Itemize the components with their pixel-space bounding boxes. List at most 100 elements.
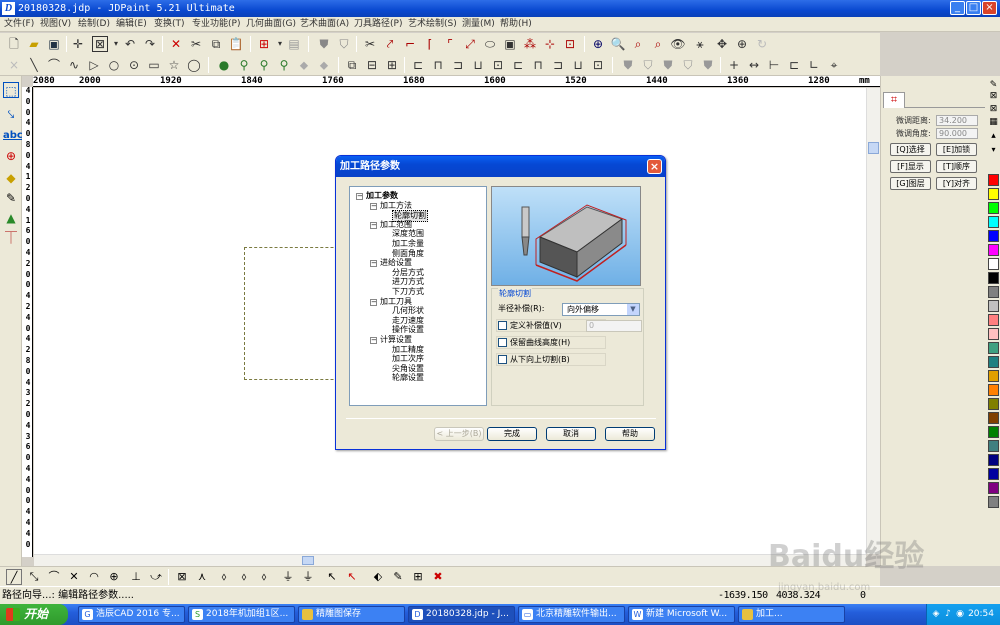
keep-height-checkbox[interactable] xyxy=(498,338,507,347)
no-color-icon[interactable]: ⊠ xyxy=(988,91,999,103)
chevron-down-icon[interactable]: ▼ xyxy=(627,304,639,315)
tree-node[interactable]: 进刀方式 xyxy=(392,277,424,287)
shield-icon[interactable]: ⛊ xyxy=(316,36,332,52)
ungroup-icon[interactable]: ⊟ xyxy=(364,57,380,73)
add-node-icon[interactable]: ⚲ xyxy=(236,57,252,73)
panel-tab-icon[interactable]: ⌗ xyxy=(883,92,905,108)
tree-collapse-icon[interactable]: − xyxy=(356,193,363,200)
minimize-button[interactable]: _ xyxy=(950,1,965,15)
smooth-node-icon[interactable]: ⬥ xyxy=(296,57,312,73)
distribute-h-icon[interactable]: ⊏ xyxy=(510,57,526,73)
color-swatch[interactable] xyxy=(988,454,999,466)
color-swatch[interactable] xyxy=(988,398,999,410)
color-swatch[interactable] xyxy=(988,286,999,298)
save-icon[interactable]: ▣ xyxy=(46,36,62,52)
custom-offset-input[interactable]: 0 xyxy=(586,320,642,332)
color-swatch[interactable] xyxy=(988,188,999,200)
zoom-window-icon[interactable]: ⊕ xyxy=(590,36,606,52)
menu-file[interactable]: 文件(F) xyxy=(4,18,34,31)
pen-tool-icon[interactable]: ✎ xyxy=(3,190,19,206)
redo-icon[interactable]: ↷ xyxy=(142,36,158,52)
diamond-cross-icon[interactable]: ⬨ xyxy=(256,569,272,585)
pan-icon[interactable]: ✥ xyxy=(714,36,730,52)
color-swatch[interactable] xyxy=(988,202,999,214)
bottom-up-checkbox[interactable] xyxy=(498,355,507,364)
move-node-icon[interactable]: ⚲ xyxy=(276,57,292,73)
tree-collapse-icon[interactable]: − xyxy=(370,298,377,306)
menu-professional[interactable]: 专业功能(P) xyxy=(192,18,240,31)
zoom-all-icon[interactable]: ⌕ xyxy=(630,36,646,52)
zoom-selected-icon[interactable]: ⌕ xyxy=(650,36,666,52)
color-swatch[interactable] xyxy=(988,496,999,508)
shield-edit-icon[interactable]: ⛊ xyxy=(660,57,676,73)
tree-node[interactable]: 进给设置 xyxy=(380,258,412,268)
shield-fill-icon[interactable]: ⛉ xyxy=(680,57,696,73)
zoom-previous-icon[interactable]: 🔍 xyxy=(610,36,626,52)
cut-icon[interactable]: ✂ xyxy=(188,36,204,52)
shield-alt-icon[interactable]: ⛉ xyxy=(336,36,352,52)
align-top-icon[interactable]: ⊓ xyxy=(430,57,446,73)
trim-icon[interactable]: ✂ xyxy=(362,36,378,52)
finish-button[interactable]: 完成 xyxy=(487,427,537,441)
fill-tool-icon[interactable]: ◆ xyxy=(3,170,19,186)
node-icon[interactable]: ● xyxy=(216,57,232,73)
pan-view-icon[interactable]: ⚹ xyxy=(692,36,708,52)
order-button[interactable]: [T]顺序 xyxy=(936,160,977,173)
capsule-icon[interactable]: ⬭ xyxy=(482,36,498,52)
tree-node[interactable]: 操作设置 xyxy=(392,325,424,335)
fine-angle-input[interactable]: 90.000 xyxy=(936,128,978,139)
menu-toolpath[interactable]: 刀具路径(P) xyxy=(354,18,402,31)
break-icon[interactable]: ⤢ xyxy=(462,36,478,52)
node-edit-icon[interactable]: ⁂ xyxy=(522,36,538,52)
leader-icon[interactable]: ⌖ xyxy=(826,57,842,73)
cursor-pick-icon[interactable]: ↖ xyxy=(324,569,340,585)
color-swatch[interactable] xyxy=(988,342,999,354)
chamfer-icon[interactable]: ⌜ xyxy=(442,36,458,52)
taskbar-item[interactable]: 加工... xyxy=(738,606,845,623)
tree-collapse-icon[interactable]: − xyxy=(370,337,377,344)
menu-help[interactable]: 帮助(H) xyxy=(500,18,532,31)
split-icon[interactable]: ⊡ xyxy=(562,36,578,52)
help-button[interactable]: 帮助 xyxy=(605,427,655,441)
close-button[interactable]: × xyxy=(982,1,997,15)
rectangle-icon[interactable]: ▭ xyxy=(146,57,162,73)
grid-point-icon[interactable]: ⊠ xyxy=(174,569,190,585)
align-button[interactable]: [Y]对齐 xyxy=(936,177,977,190)
multi-line-icon[interactable]: ⤡ xyxy=(26,569,42,585)
angle-snap-icon[interactable]: ⋏ xyxy=(194,569,210,585)
circle-tool-icon[interactable]: ⊕ xyxy=(3,148,19,164)
prev-step-button[interactable]: < 上一步(B) xyxy=(434,427,484,441)
paste-icon[interactable]: 📋 xyxy=(228,36,244,52)
taskbar-item[interactable]: W 新建 Microsoft W... xyxy=(628,606,735,623)
tree-node[interactable]: 计算设置 xyxy=(380,335,412,345)
shield-clear-icon[interactable]: ⛊ xyxy=(700,57,716,73)
plus-icon[interactable]: + xyxy=(726,57,742,73)
node-tool-icon[interactable]: ⤥ xyxy=(3,106,19,122)
color-swatch[interactable] xyxy=(988,174,999,186)
polygon-icon[interactable]: ◯ xyxy=(186,57,202,73)
tree-collapse-icon[interactable]: − xyxy=(370,260,377,268)
taskbar-item[interactable]: G 浩辰CAD 2016 专... xyxy=(78,606,185,623)
window-select-icon[interactable]: ⊠ xyxy=(92,36,108,52)
menu-art-draw[interactable]: 艺术绘制(S) xyxy=(408,18,457,31)
palette-up-icon[interactable]: ▴ xyxy=(988,131,999,143)
polyline-icon[interactable]: ▷ xyxy=(86,57,102,73)
cusp-node-icon[interactable]: ⬥ xyxy=(316,57,332,73)
join-icon[interactable]: ⊹ xyxy=(542,36,558,52)
color-swatch[interactable] xyxy=(988,300,999,312)
tree-node[interactable]: 轮廓设置 xyxy=(392,373,424,383)
crosshair-icon[interactable]: ✛ xyxy=(70,36,86,52)
color-swatch[interactable] xyxy=(988,370,999,382)
taskbar-item[interactable]: 精雕图保存 xyxy=(298,606,405,623)
tree-node[interactable]: 加工参数 xyxy=(366,191,398,201)
horizontal-scrollbar[interactable] xyxy=(34,554,866,566)
pattern-icon[interactable]: ▦ xyxy=(988,117,999,129)
menu-view[interactable]: 视图(V) xyxy=(40,18,71,31)
color-swatch[interactable] xyxy=(988,272,999,284)
start-button[interactable]: 开始 xyxy=(0,604,68,625)
ground-icon[interactable]: ⏚ xyxy=(280,569,296,585)
dimension-h-icon[interactable]: ↔ xyxy=(746,57,762,73)
angle-icon[interactable]: ∟ xyxy=(806,57,822,73)
diamond-alt-icon[interactable]: ⬨ xyxy=(236,569,252,585)
align-center-icon[interactable]: ⊡ xyxy=(490,57,506,73)
